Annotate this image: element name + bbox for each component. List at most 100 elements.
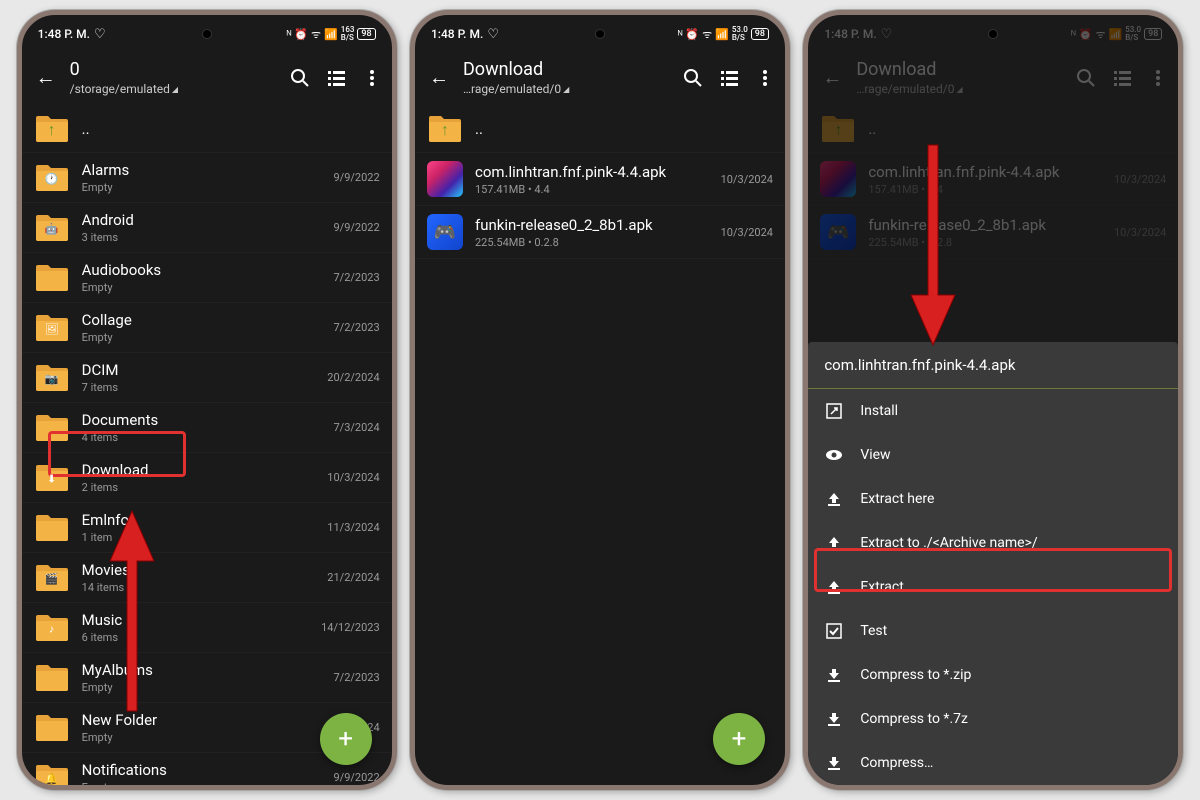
file-row[interactable]: 🎮 funkin-release0_2_8b1.apk 225.54MB • 0… [808,206,1178,259]
status-time: 1:48 P. M. [38,27,90,41]
file-row[interactable]: com.linhtran.fnf.pink-4.4.apk 157.41MB •… [808,153,1178,206]
file-list[interactable]: ↑ .. com.linhtran.fnf.pink-4.4.apk 157.4… [415,106,785,785]
view-icon [824,446,844,464]
folder-icon: ⬇ [34,463,70,493]
folder-name: Audiobooks [82,261,322,279]
search-icon[interactable] [683,68,703,88]
folder-icon: 🔔 [34,763,70,786]
header-path[interactable]: …rage/emulated/0 ◢ [463,82,673,96]
file-meta: 225.54MB • 0.2.8 [868,236,1102,249]
folder-name: New Folder [82,711,322,729]
folder-name: Emlnfo [82,511,316,529]
folder-date: 7/2/2023 [333,321,379,334]
file-meta: 157.41MB • 4.4 [868,183,1102,196]
context-menu-item[interactable]: View [808,433,1178,477]
context-menu-label: Extract to ./<Archive name>/ [860,535,1037,551]
folder-icon: 🕐 [34,163,70,193]
folder-row[interactable]: Audiobooks Empty 7/2/2023 [22,253,392,303]
heart-icon: ♡ [487,27,499,42]
folder-row[interactable]: ♪ Music 6 items 14/12/2023 [22,603,392,653]
folder-date: 21/2/2024 [327,571,379,584]
folder-name: Movies [82,561,316,579]
context-menu-label: Compress… [860,755,933,771]
folder-meta: 3 items [82,231,322,244]
file-date: 10/3/2024 [721,173,773,186]
context-menu-item[interactable]: Test [808,609,1178,653]
back-button[interactable]: ← [818,61,846,94]
folder-meta: Empty [82,781,322,785]
folder-row[interactable]: MyAlbums Empty 7/2/2023 [22,653,392,703]
context-menu-label: Extract… [860,579,913,595]
folder-name: MyAlbums [82,661,322,679]
fab-add-button[interactable]: + [713,713,765,765]
folder-date: 7/2/2023 [333,271,379,284]
context-menu-item[interactable]: Compress to *.7z [808,697,1178,741]
back-button[interactable]: ← [425,61,453,94]
up-folder-row[interactable]: ↑ .. [22,106,392,153]
folder-icon: 📷 [34,363,70,393]
phone-screen-2: 1:48 P. M. ♡ ᴺ ⏰ ᯤ 📶 53.0B/S 98 ← Downlo… [410,10,790,790]
folder-row[interactable]: 🤖 Android 3 items 9/9/2022 [22,203,392,253]
header-path[interactable]: /storage/emulated ◢ [70,82,280,96]
up-folder-row[interactable]: ↑ .. [415,106,785,153]
folder-date: 20/2/2024 [327,371,379,384]
overflow-menu-icon[interactable] [755,68,775,88]
battery-icon: 98 [751,28,769,40]
alarm-icon: ⏰ [1079,28,1093,41]
file-row[interactable]: com.linhtran.fnf.pink-4.4.apk 157.41MB •… [415,153,785,206]
context-menu-item[interactable]: Extract here [808,477,1178,521]
apk-icon [427,161,463,197]
folder-name: Android [82,211,322,229]
apk-icon [820,161,856,197]
folder-meta: 6 items [82,631,309,644]
file-row[interactable]: 🎮 funkin-release0_2_8b1.apk 225.54MB • 0… [415,206,785,259]
folder-row[interactable]: Documents 4 items 7/3/2024 [22,403,392,453]
camera-dot [202,29,212,39]
context-menu-label: Test [860,623,887,639]
view-mode-icon[interactable] [719,68,739,88]
fab-add-button[interactable]: + [320,713,372,765]
up-label: .. [82,120,380,138]
header-title: 0 [70,59,280,80]
folder-icon [34,713,70,743]
folder-date: 14/12/2023 [321,621,380,634]
context-menu-item[interactable]: Compress… [808,741,1178,785]
folder-up-icon: ↑ [820,114,856,144]
context-menu-item[interactable]: Extract to ./<Archive name>/ [808,521,1178,565]
apk-icon: 🎮 [820,214,856,250]
overflow-menu-icon[interactable] [1148,68,1168,88]
compress-icon [824,666,844,684]
view-mode-icon[interactable] [326,68,346,88]
search-icon[interactable] [290,68,310,88]
folder-row[interactable]: 🖼 Collage Empty 7/2/2023 [22,303,392,353]
folder-meta: 14 items [82,581,316,594]
folder-name: Collage [82,311,322,329]
net-speed: 53.0B/S [732,26,748,42]
search-icon[interactable] [1076,68,1096,88]
folder-row[interactable]: 🕐 Alarms Empty 9/9/2022 [22,153,392,203]
view-mode-icon[interactable] [1112,68,1132,88]
file-meta: 157.41MB • 4.4 [475,183,709,196]
folder-row[interactable]: Emlnfo 1 item 11/3/2024 [22,503,392,553]
folder-date: 7/2/2023 [333,671,379,684]
net-speed: 163B/S [341,26,355,42]
folder-name: Download [82,461,316,479]
folder-icon [34,413,70,443]
folder-name: Music [82,611,309,629]
overflow-menu-icon[interactable] [362,68,382,88]
compress-icon [824,710,844,728]
folder-row[interactable]: 📷 DCIM 7 items 20/2/2024 [22,353,392,403]
folder-row[interactable]: ⬇ Download 2 items 10/3/2024 [22,453,392,503]
context-menu-sheet: com.linhtran.fnf.pink-4.4.apk Install Vi… [808,342,1178,785]
folder-row[interactable]: 🎬 Movies 14 items 21/2/2024 [22,553,392,603]
up-folder-row[interactable]: ↑ .. [808,106,1178,153]
back-button[interactable]: ← [32,61,60,94]
context-menu-item[interactable]: Install [808,389,1178,433]
app-header: ← Download …rage/emulated/0 ◢ [415,53,785,106]
app-header: ← 0 /storage/emulated ◢ [22,53,392,106]
phone-screen-3: 1:48 P. M. ♡ ᴺ ⏰ ᯤ 📶 53.0B/S 98 ← Downlo… [803,10,1183,790]
context-menu-item[interactable]: Compress to *.zip [808,653,1178,697]
context-menu-item[interactable]: Extract… [808,565,1178,609]
header-path[interactable]: …rage/emulated/0 ◢ [856,82,1066,96]
file-list[interactable]: ↑ .. 🕐 Alarms Empty 9/9/2022 🤖 Android 3… [22,106,392,785]
